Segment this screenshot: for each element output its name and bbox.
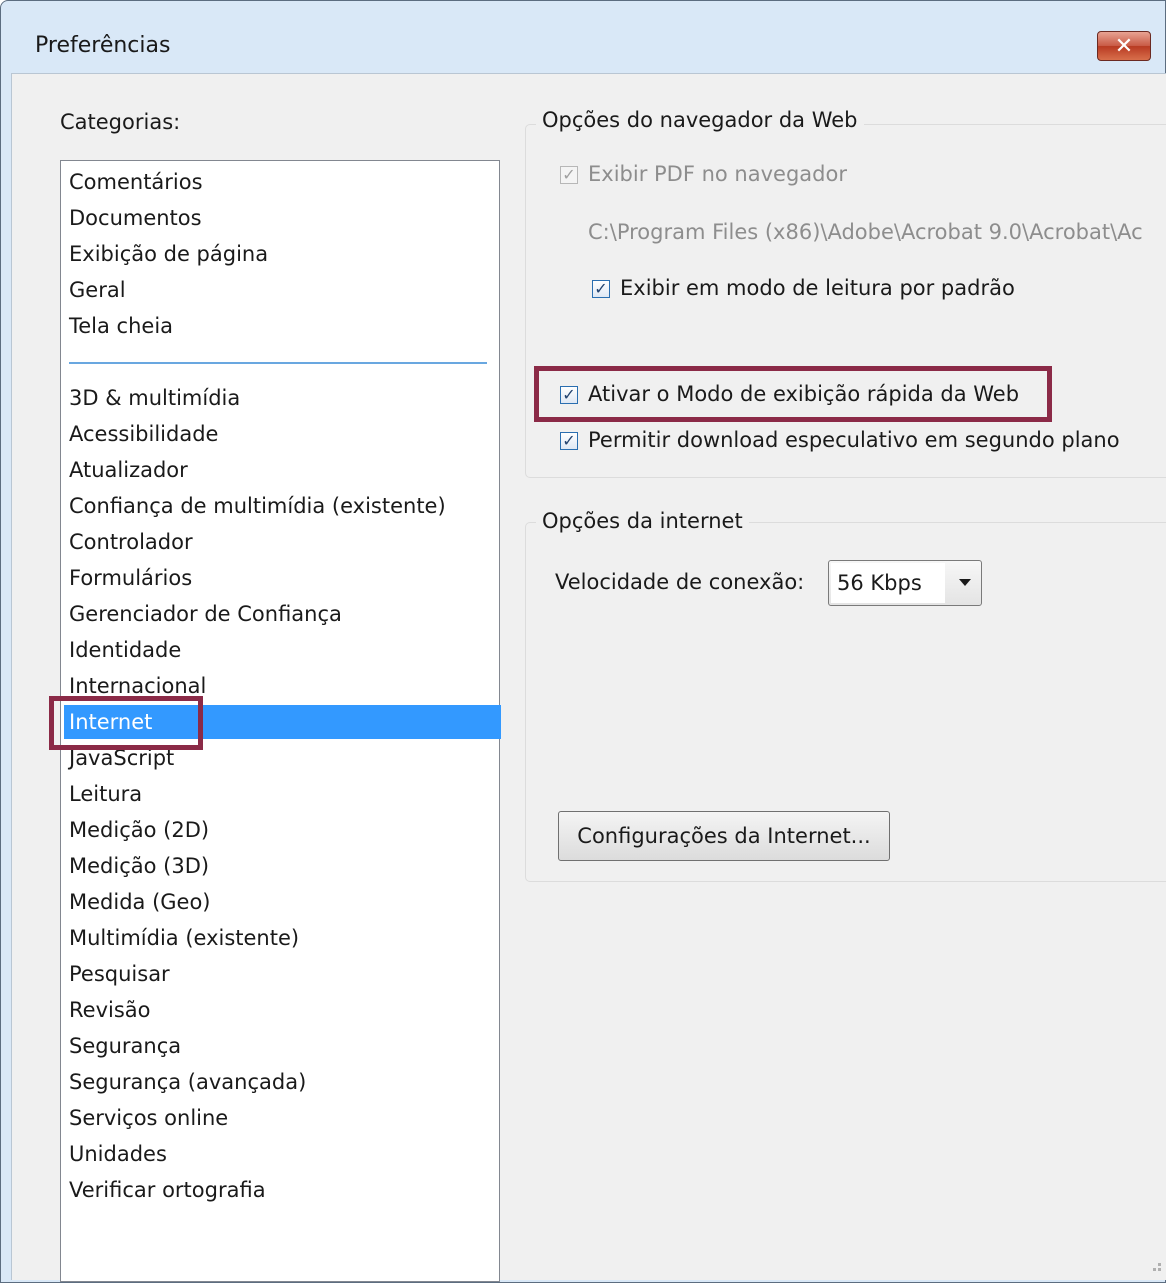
show-pdf-in-browser-checkbox[interactable]: ✓ <box>560 166 578 184</box>
category-item[interactable]: Comentários <box>61 165 501 199</box>
category-item[interactable]: 3D & multimídia <box>61 381 501 415</box>
list-separator <box>69 362 487 364</box>
category-item[interactable]: Verificar ortografia <box>61 1173 501 1207</box>
close-icon: ✕ <box>1114 33 1134 59</box>
checkmark-icon: ✓ <box>562 431 576 450</box>
category-item[interactable]: Documentos <box>61 201 501 235</box>
category-item[interactable]: Exibição de página <box>61 237 501 271</box>
dialog-body: Categorias: Comentários Documentos Exibiçã… <box>11 73 1166 1282</box>
reading-mode-checkbox[interactable]: ✓ <box>592 280 610 298</box>
categories-label: Categorias: <box>60 110 181 134</box>
show-pdf-in-browser-label: Exibir PDF no navegador <box>588 162 847 186</box>
fast-web-view-label: Ativar o Modo de exibição rápida da Web <box>588 382 1020 406</box>
category-item[interactable]: Multimídia (existente) <box>61 921 501 955</box>
internet-options-title: Opções da internet <box>536 509 749 533</box>
category-item[interactable]: Segurança (avançada) <box>61 1065 501 1099</box>
title-bar[interactable]: Preferências ✕ <box>1 1 1165 65</box>
browser-options-title: Opções do navegador da Web <box>536 108 864 132</box>
connection-speed-select[interactable]: 56 Kbps <box>828 560 982 606</box>
category-item[interactable]: Acessibilidade <box>61 417 501 451</box>
reading-mode-label: Exibir em modo de leitura por padrão <box>620 276 1015 300</box>
category-item[interactable]: Medida (Geo) <box>61 885 501 919</box>
category-item[interactable]: Serviços online <box>61 1101 501 1135</box>
category-item[interactable]: Medição (3D) <box>61 849 501 883</box>
category-item[interactable]: Identidade <box>61 633 501 667</box>
dropdown-arrow-icon <box>959 579 971 586</box>
connection-speed-label: Velocidade de conexão: <box>555 570 805 594</box>
category-item[interactable]: Pesquisar <box>61 957 501 991</box>
speculative-download-label: Permitir download especulativo em segund… <box>588 428 1120 452</box>
category-item[interactable]: Controlador <box>61 525 501 559</box>
close-button[interactable]: ✕ <box>1097 31 1151 61</box>
speculative-download-checkbox[interactable]: ✓ <box>560 432 578 450</box>
category-item[interactable]: Leitura <box>61 777 501 811</box>
category-item[interactable]: Geral <box>61 273 501 307</box>
category-item[interactable]: Atualizador <box>61 453 501 487</box>
category-item[interactable]: Unidades <box>61 1137 501 1171</box>
checkmark-icon: ✓ <box>594 279 608 298</box>
internet-settings-button[interactable]: Configurações da Internet... <box>558 811 890 861</box>
connection-speed-value: 56 Kbps <box>831 563 945 603</box>
preferences-window: Preferências ✕ Categorias: Comentários Do… <box>0 0 1166 1283</box>
window-title: Preferências <box>35 33 171 58</box>
category-item[interactable]: Formulários <box>61 561 501 595</box>
checkmark-icon: ✓ <box>562 385 576 404</box>
category-item[interactable]: Medição (2D) <box>61 813 501 847</box>
fast-web-view-checkbox[interactable]: ✓ <box>560 386 578 404</box>
plugin-path: C:\Program Files (x86)\Adobe\Acrobat 9.0… <box>588 220 1143 244</box>
resize-grip-icon[interactable] <box>1146 1256 1162 1272</box>
category-item[interactable]: Segurança <box>61 1029 501 1063</box>
selected-category-highlight <box>49 696 203 750</box>
category-item[interactable]: Revisão <box>61 993 501 1027</box>
category-item[interactable]: Confiança de multimídia (existente) <box>61 489 501 523</box>
category-item[interactable]: Gerenciador de Confiança <box>61 597 501 631</box>
category-item[interactable]: Tela cheia <box>61 309 501 343</box>
checkmark-icon: ✓ <box>562 165 576 184</box>
